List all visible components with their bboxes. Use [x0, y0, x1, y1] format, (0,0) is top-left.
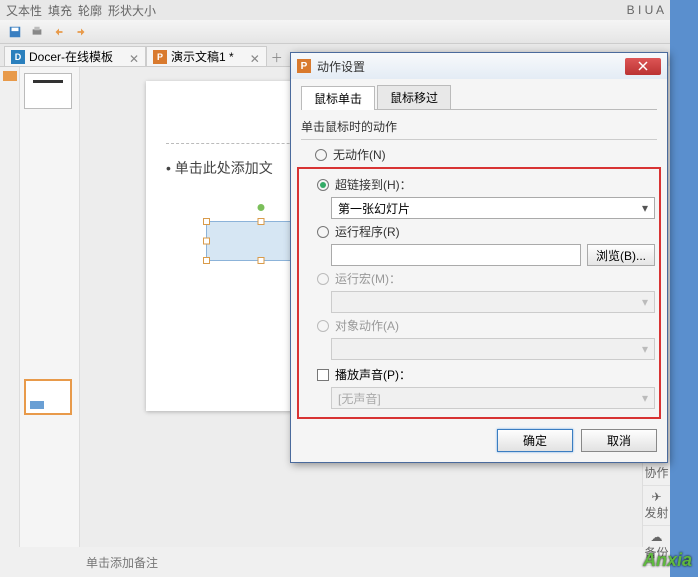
radio-run-program[interactable]: 运行程序(R): [317, 223, 655, 240]
undo-icon[interactable]: [50, 23, 68, 41]
highlight-frame: 超链接到(H)： 第一张幻灯片 ▾ 运行程序(R) 浏览(B)... 运行宏(M…: [297, 167, 661, 419]
macro-combo: ▾: [331, 291, 655, 313]
chevron-down-icon: ▾: [642, 201, 648, 215]
notes-placeholder[interactable]: 单击添加备注: [86, 554, 158, 571]
radio-icon: [317, 226, 329, 238]
tab-mouse-over[interactable]: 鼠标移过: [377, 85, 451, 109]
browse-button[interactable]: 浏览(B)...: [587, 244, 655, 266]
radio-icon: [317, 179, 329, 191]
rail-launch[interactable]: ✈发射: [643, 486, 670, 526]
play-sound-checkbox[interactable]: 播放声音(P)：: [317, 366, 655, 383]
checkbox-icon: [317, 369, 329, 381]
cancel-button[interactable]: 取消: [581, 429, 657, 452]
rotate-handle[interactable]: [258, 204, 265, 211]
dialog-title: 动作设置: [317, 58, 625, 75]
radio-none[interactable]: 无动作(N): [315, 146, 657, 163]
outline-column: [0, 67, 20, 547]
tab-label: Docer-在线模板: [29, 48, 113, 65]
chevron-down-icon: ▾: [642, 391, 648, 405]
object-action-combo: ▾: [331, 338, 655, 360]
radio-object-action: 对象动作(A): [317, 317, 655, 334]
radio-icon: [317, 320, 329, 332]
chevron-down-icon: ▾: [642, 295, 648, 309]
radio-run-macro: 运行宏(M)：: [317, 270, 655, 287]
save-icon[interactable]: [6, 23, 24, 41]
resize-handle[interactable]: [258, 218, 265, 225]
watermark: Anxia: [643, 550, 692, 571]
docer-icon: D: [11, 50, 25, 64]
action-settings-dialog: P 动作设置 鼠标单击 鼠标移过 单击鼠标时的动作 无动作(N) 超链接到(H)…: [290, 52, 668, 463]
outline-icon[interactable]: [3, 71, 17, 81]
slide-thumb-2[interactable]: [24, 379, 72, 415]
slide-thumbnails: [20, 67, 80, 547]
tab-label: 演示文稿1 *: [171, 48, 234, 65]
add-tab-button[interactable]: ＋: [267, 48, 287, 66]
close-button[interactable]: [625, 58, 661, 75]
program-path-input[interactable]: [331, 244, 581, 266]
section-label: 单击鼠标时的动作: [301, 118, 657, 135]
close-icon[interactable]: ✕: [129, 52, 139, 62]
dialog-titlebar[interactable]: P 动作设置: [291, 53, 667, 79]
resize-handle[interactable]: [203, 238, 210, 245]
print-icon[interactable]: [28, 23, 46, 41]
tab-mouse-click[interactable]: 鼠标单击: [301, 86, 375, 110]
slide-thumb-1[interactable]: [24, 73, 72, 109]
redo-icon[interactable]: [72, 23, 90, 41]
tab-docer[interactable]: D Docer-在线模板 ✕: [4, 46, 146, 66]
chevron-down-icon: ▾: [642, 342, 648, 356]
dialog-tabs: 鼠标单击 鼠标移过: [301, 85, 657, 110]
presentation-icon: P: [153, 50, 167, 64]
radio-hyperlink[interactable]: 超链接到(H)：: [317, 176, 655, 193]
resize-handle[interactable]: [258, 257, 265, 264]
close-icon[interactable]: ✕: [250, 52, 260, 62]
sound-combo: [无声音] ▾: [331, 387, 655, 409]
quick-access-toolbar: [0, 20, 670, 44]
radio-icon: [317, 273, 329, 285]
format-toolbar: 又本性 填充 轮廓 形状大小 B I U A: [0, 0, 670, 20]
resize-handle[interactable]: [203, 218, 210, 225]
ok-button[interactable]: 确定: [497, 429, 573, 452]
hyperlink-combo[interactable]: 第一张幻灯片 ▾: [331, 197, 655, 219]
tab-presentation[interactable]: P 演示文稿1 * ✕: [146, 46, 267, 66]
app-icon: P: [297, 59, 311, 73]
radio-icon: [315, 149, 327, 161]
resize-handle[interactable]: [203, 257, 210, 264]
